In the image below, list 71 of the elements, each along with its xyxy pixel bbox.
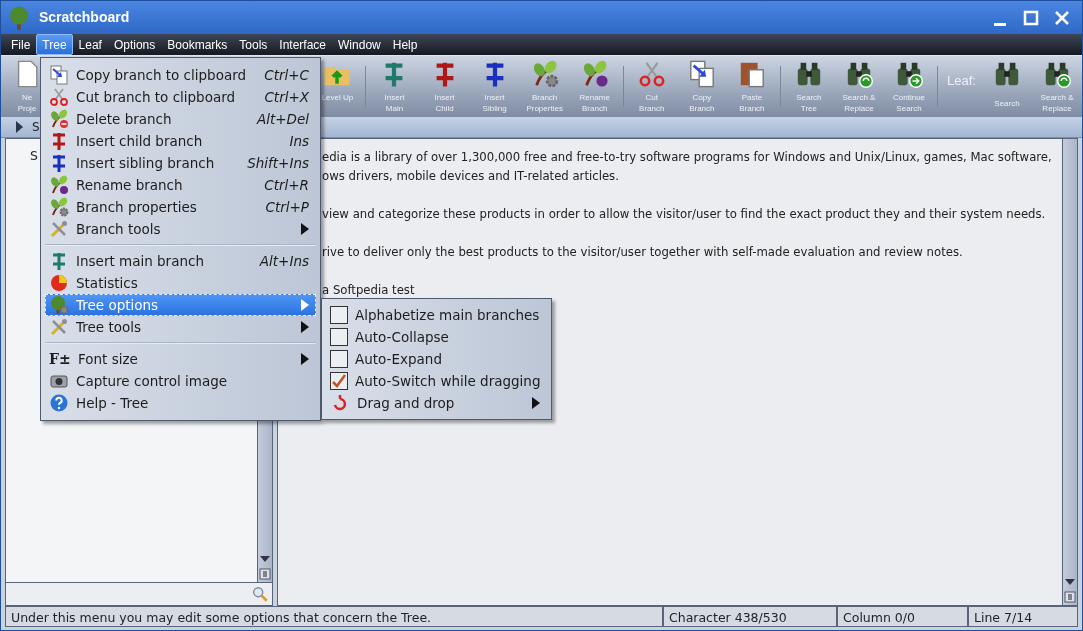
leaf-gear-icon [49,197,69,217]
help-icon [49,393,69,413]
menu-item[interactable]: Rename branch Ctrl+R [45,174,316,196]
menu-item[interactable]: Window [332,34,387,55]
leaf-badge-icon [49,175,69,195]
menu-item[interactable]: File [5,34,37,55]
checkbox[interactable] [330,328,348,346]
search-icon[interactable] [251,585,269,603]
menu-item[interactable]: F± Font size [45,348,316,370]
menu-item[interactable]: Auto-Collapse [326,326,547,348]
path-text: S [32,119,40,136]
menu-item[interactable]: Tree options [45,294,316,316]
menu-item[interactable]: Tree [36,34,73,55]
menu-item[interactable]: Tree tools [45,316,316,338]
menu-item[interactable]: Cut branch to clipboard Ctrl+X [45,86,316,108]
menu-item[interactable]: Help [386,34,424,55]
binoculars-arrow-icon [895,60,924,88]
tree-logo-icon [7,5,31,30]
tools-icon [49,219,69,239]
status-text: Character 438/530 [663,606,837,627]
grip-icon[interactable] [1064,591,1076,603]
font-size-icon: F± [49,348,71,370]
text-line: ows drivers, mobile devices and IT-related articles. [322,168,619,185]
menu-item[interactable]: Copy branch to clipboard Ctrl+C [45,64,316,86]
submenu-arrow-icon [531,397,540,409]
binoculars-icon [993,60,1021,88]
scissors-icon [637,60,666,88]
expand-arrow-icon[interactable] [15,121,23,133]
status-text: Line 7/14 [968,606,1078,627]
menu-item[interactable]: Bookmarks [161,34,234,55]
toolbar-label: Leaf: [946,71,977,90]
scrollbar[interactable] [1062,139,1077,605]
scissors-icon [49,87,69,107]
menu-item[interactable]: Options [107,34,162,55]
checkbox[interactable] [330,306,348,324]
close-icon[interactable] [1054,8,1070,27]
status-text: Column 0/0 [837,606,968,627]
menu-item[interactable]: Capture control image [45,370,316,392]
menu-item[interactable]: Insert main branch Alt+Ins [45,250,316,272]
status-text: Under this menu you may edit some options that concern the Tree. [5,606,663,627]
menu-item[interactable]: Insert sibling branch Shift+Ins [45,152,316,174]
menu-item[interactable]: Help - Tree [45,392,316,414]
menu-item[interactable]: Auto-Expand [326,348,547,370]
menu-item[interactable]: Statistics [45,272,316,294]
menu-item[interactable]: Leaf [72,34,108,55]
checkbox[interactable] [330,372,348,390]
tree-gear-icon [49,295,69,315]
menu-item[interactable]: Branch tools [45,218,316,240]
window-title: Scratchboard [39,8,130,27]
text-line: a Softpedia test [322,282,415,299]
binoculars-refresh-icon [1043,60,1072,88]
text-line: view and categorize these products in order to allow the visitor/user to find the exact product they and their system needs. [322,206,1046,223]
text-line: edia is a library of over 1,300,000 free and free-to-try software programs for Windows and Unix/Linux, games, Mac software, [322,149,1052,166]
menu-item[interactable]: Insert child branch Ins [45,130,316,152]
menu-item[interactable]: Drag and drop [326,392,547,414]
copy-icon [49,65,69,85]
leaf-minus-icon [49,109,69,129]
menu-item[interactable]: Branch properties Ctrl+P [45,196,316,218]
text-line: rive to deliver only the best products to the visitor/user together with self-made evaluation and review notes. [322,244,963,261]
grip-icon[interactable] [259,568,271,580]
menu-item[interactable]: Auto-Switch while dragging [326,370,547,392]
maximize-icon[interactable] [1023,8,1039,27]
tree-search-field[interactable] [6,582,272,605]
menu-item[interactable]: Alphabetize main branches [326,304,547,326]
tools-icon [49,317,69,337]
menu-item[interactable]: Tools [233,34,274,55]
copy-icon [687,60,716,88]
checkbox[interactable] [330,350,348,368]
pie-chart-icon [49,273,69,293]
menu-item[interactable]: Interface [273,34,333,55]
menu-item[interactable]: Delete branch Alt+Del [45,108,316,130]
